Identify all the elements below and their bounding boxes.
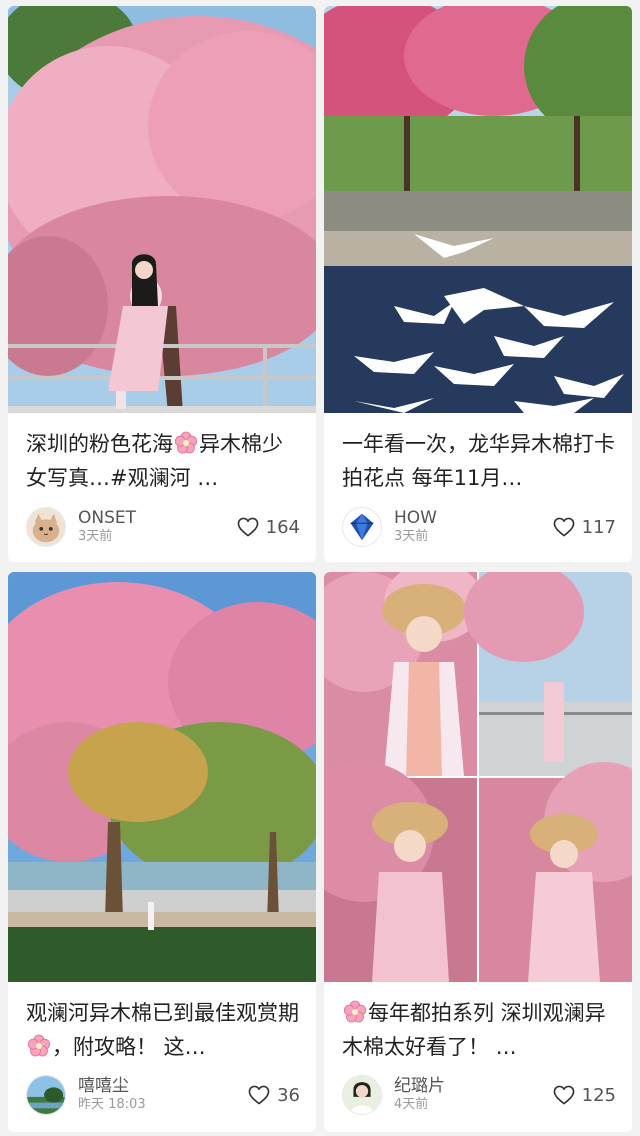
author-name: HOW bbox=[394, 508, 437, 528]
cat-avatar[interactable] bbox=[26, 507, 66, 547]
post-title[interactable]: 观澜河异木棉已到最佳观赏期 ，附攻略！ 这… bbox=[26, 996, 302, 1064]
post-title-text: 深圳的粉色花海 bbox=[26, 432, 173, 456]
pink-kapok-tree-image bbox=[8, 6, 316, 413]
post-card[interactable]: 深圳的粉色花海 异木棉少女写真…#观澜河 … ONSET 3天前 164 bbox=[8, 6, 316, 562]
kapok-park-image bbox=[8, 572, 316, 982]
post-image[interactable] bbox=[8, 572, 316, 982]
like-button[interactable]: 36 bbox=[248, 1074, 300, 1116]
girl-portrait-avatar[interactable] bbox=[342, 1075, 382, 1115]
post-image[interactable] bbox=[8, 6, 316, 413]
landscape-avatar[interactable] bbox=[26, 1075, 66, 1115]
heart-icon bbox=[553, 517, 575, 537]
post-card[interactable]: 每年都拍系列 深圳观澜异木棉太好看了！ … 纪璐片 4天前 125 bbox=[324, 572, 632, 1132]
post-title[interactable]: 深圳的粉色花海 异木棉少女写真…#观澜河 … bbox=[26, 427, 302, 495]
post-image[interactable] bbox=[324, 6, 632, 413]
author-name: 嘻嘻尘 bbox=[78, 1076, 129, 1096]
like-count: 125 bbox=[581, 1084, 616, 1106]
author-name: ONSET bbox=[78, 508, 137, 528]
kapok-river-egrets-image bbox=[324, 6, 632, 413]
cherry-blossom-emoji-icon bbox=[343, 1000, 367, 1024]
like-button[interactable]: 164 bbox=[237, 506, 300, 548]
author-info[interactable]: 嘻嘻尘 昨天 18:03 bbox=[26, 1074, 146, 1116]
heart-icon bbox=[553, 1085, 575, 1105]
like-button[interactable]: 125 bbox=[553, 1074, 616, 1116]
post-title-text: 每年都拍系列 深圳观澜异木棉太好看了！ … bbox=[342, 1001, 606, 1059]
like-count: 117 bbox=[581, 516, 616, 538]
post-time: 3天前 bbox=[394, 529, 429, 544]
post-time: 3天前 bbox=[78, 529, 113, 544]
post-card[interactable]: 一年看一次，龙华异木棉打卡拍花点 每年11月… HOW 3天前 117 bbox=[324, 6, 632, 562]
author-info[interactable]: ONSET 3天前 bbox=[26, 506, 136, 548]
post-image[interactable] bbox=[324, 572, 632, 982]
like-button[interactable]: 117 bbox=[553, 506, 616, 548]
cherry-blossom-emoji-icon bbox=[174, 431, 198, 455]
heart-icon bbox=[237, 517, 259, 537]
author-name: 纪璐片 bbox=[394, 1076, 445, 1096]
author-info[interactable]: HOW 3天前 bbox=[342, 506, 437, 548]
like-count: 36 bbox=[277, 1084, 300, 1106]
photo-collage-image bbox=[324, 572, 632, 982]
post-title[interactable]: 一年看一次，龙华异木棉打卡拍花点 每年11月… bbox=[342, 427, 618, 495]
heart-icon bbox=[248, 1085, 270, 1105]
like-count: 164 bbox=[265, 516, 300, 538]
author-info[interactable]: 纪璐片 4天前 bbox=[342, 1074, 445, 1116]
post-title-text: 观澜河异木棉已到最佳观赏期 bbox=[26, 1001, 299, 1025]
cherry-blossom-emoji-icon bbox=[27, 1034, 51, 1058]
post-time: 昨天 18:03 bbox=[78, 1097, 146, 1112]
blue-gem-avatar[interactable] bbox=[342, 507, 382, 547]
waterfall-feed: 深圳的粉色花海 异木棉少女写真…#观澜河 … ONSET 3天前 164 一年看… bbox=[0, 0, 640, 1136]
post-title[interactable]: 每年都拍系列 深圳观澜异木棉太好看了！ … bbox=[342, 996, 618, 1064]
post-title-text: ，附攻略！ 这… bbox=[52, 1035, 206, 1059]
post-time: 4天前 bbox=[394, 1097, 429, 1112]
post-card[interactable]: 观澜河异木棉已到最佳观赏期 ，附攻略！ 这… 嘻嘻尘 昨天 18:03 36 bbox=[8, 572, 316, 1132]
